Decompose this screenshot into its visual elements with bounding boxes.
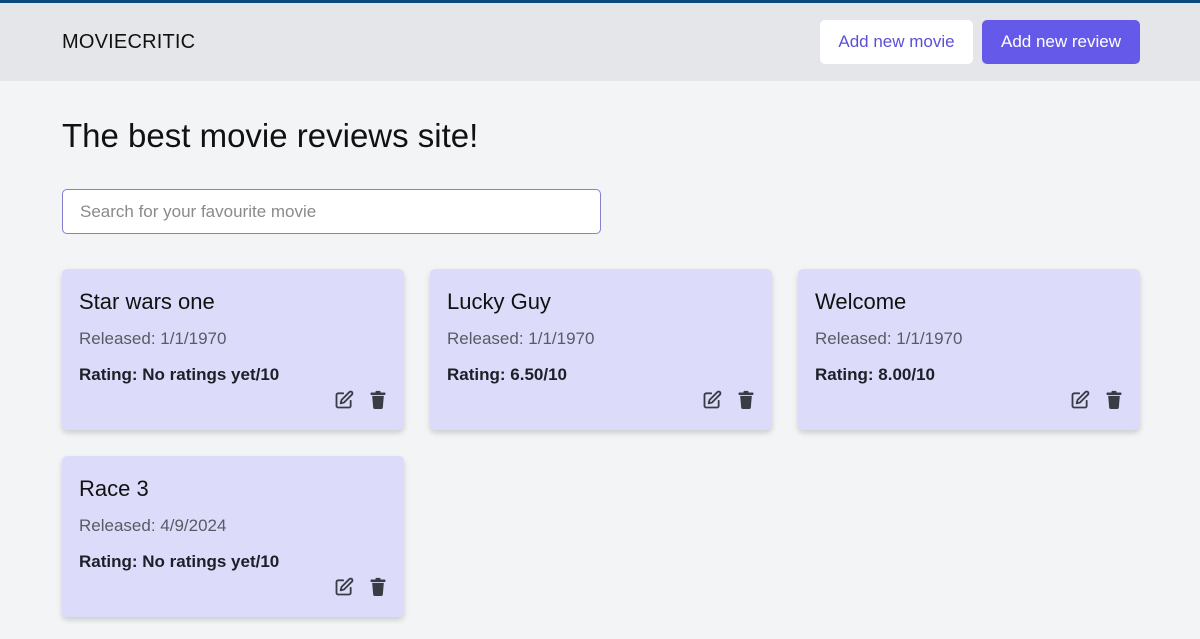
edit-icon[interactable] <box>334 390 354 410</box>
movie-card[interactable]: Welcome Released: 1/1/1970 Rating: 8.00/… <box>798 269 1140 430</box>
edit-icon[interactable] <box>1070 390 1090 410</box>
search-input[interactable] <box>62 189 601 234</box>
movie-card[interactable]: Star wars one Released: 1/1/1970 Rating:… <box>62 269 404 430</box>
card-actions <box>1070 390 1124 410</box>
edit-icon[interactable] <box>334 577 354 597</box>
movie-release-date: Released: 1/1/1970 <box>447 329 595 348</box>
movie-title: Race 3 <box>79 476 149 501</box>
add-new-movie-button[interactable]: Add new movie <box>820 20 973 64</box>
app-header: MOVIECRITIC Add new movie Add new review <box>0 3 1200 81</box>
movie-title: Lucky Guy <box>447 289 551 314</box>
movie-release-date: Released: 1/1/1970 <box>79 329 227 348</box>
movie-title: Welcome <box>815 289 907 314</box>
movie-rating: Rating: 8.00/10 <box>815 365 935 384</box>
movie-card[interactable]: Race 3 Released: 4/9/2024 Rating: No rat… <box>62 456 404 617</box>
movie-grid: Star wars one Released: 1/1/1970 Rating:… <box>62 269 1140 617</box>
movie-rating: Rating: No ratings yet/10 <box>79 365 280 384</box>
edit-icon[interactable] <box>702 390 722 410</box>
brand-logo-text[interactable]: MOVIECRITIC <box>62 31 195 54</box>
movie-release-date: Released: 4/9/2024 <box>79 516 227 535</box>
page-title: The best movie reviews site! <box>62 117 479 154</box>
card-actions <box>334 577 388 597</box>
add-new-review-button[interactable]: Add new review <box>982 20 1140 64</box>
header-actions: Add new movie Add new review <box>820 20 1140 64</box>
main-content: The best movie reviews site! Star wars o… <box>0 117 1200 617</box>
trash-icon[interactable] <box>368 390 388 410</box>
movie-rating: Rating: No ratings yet/10 <box>79 552 280 571</box>
card-actions <box>334 390 388 410</box>
movie-card[interactable]: Lucky Guy Released: 1/1/1970 Rating: 6.5… <box>430 269 772 430</box>
trash-icon[interactable] <box>736 390 756 410</box>
trash-icon[interactable] <box>1104 390 1124 410</box>
card-actions <box>702 390 756 410</box>
movie-rating: Rating: 6.50/10 <box>447 365 567 384</box>
trash-icon[interactable] <box>368 577 388 597</box>
movie-title: Star wars one <box>79 289 215 314</box>
movie-release-date: Released: 1/1/1970 <box>815 329 963 348</box>
